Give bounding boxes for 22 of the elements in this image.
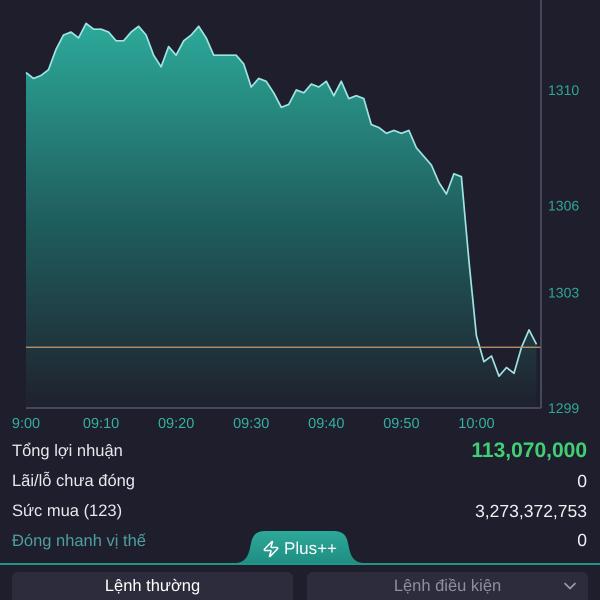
summary-value: 3,273,372,753 (475, 500, 587, 522)
x-axis-label: 10:00 (458, 416, 495, 432)
y-axis-label: 1303 (548, 284, 580, 300)
x-axis-label: 09:20 (158, 416, 194, 432)
x-axis-label: 09:50 (383, 416, 420, 432)
summary-value: 0 (577, 470, 587, 492)
summary-label: Sức mua (123) (12, 502, 122, 520)
summary-label: Lãi/lỗ chưa đóng (12, 472, 135, 490)
y-axis-label: 1310 (548, 82, 580, 98)
order-type-tab[interactable]: Lệnh thường (12, 572, 293, 600)
summary-label: Tổng lợi nhuận (12, 442, 123, 460)
x-axis-label: 09:10 (82, 416, 120, 432)
x-axis-label: 09:30 (233, 416, 270, 432)
order-type-tab[interactable]: Lệnh điều kiện (307, 572, 588, 600)
quick-close-value: 0 (577, 530, 587, 551)
y-axis-label: 1299 (548, 400, 580, 416)
lightning-icon (262, 540, 280, 558)
quick-close-link[interactable]: Đóng nhanh vị thế (12, 532, 146, 551)
y-axis-label: 1306 (548, 198, 580, 214)
x-axis-label: 9:00 (12, 416, 40, 432)
x-axis-label: 09:40 (308, 416, 344, 432)
summary-value: 113,070,000 (471, 439, 587, 463)
